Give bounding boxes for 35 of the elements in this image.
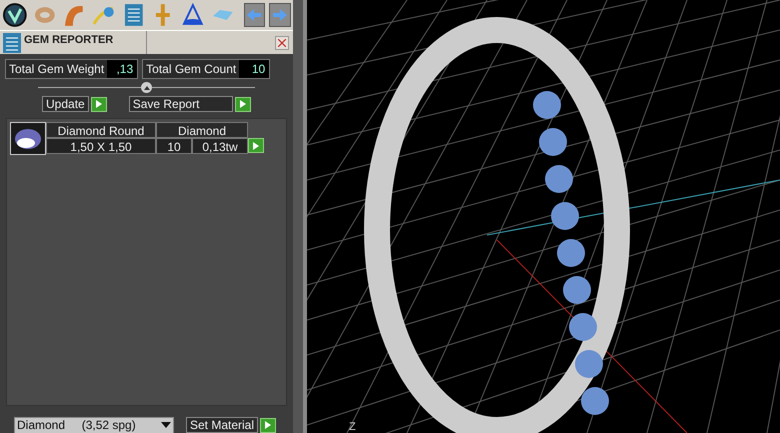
set-material-button[interactable]: Set Material: [186, 417, 258, 433]
action-button[interactable]: Save Report: [128, 96, 233, 112]
gem-icon: [14, 128, 42, 150]
total-value: 10: [239, 60, 270, 78]
close-button[interactable]: [275, 36, 289, 50]
close-icon: [278, 38, 286, 46]
play-icon: [240, 100, 246, 108]
collapse-handle[interactable]: [141, 82, 152, 93]
total-label: Total Gem Weight: [6, 60, 108, 78]
forward-button[interactable]: [269, 3, 292, 27]
gem-play-button[interactable]: [248, 138, 264, 153]
logo-icon[interactable]: [2, 2, 28, 28]
up-caret-icon: [144, 86, 150, 90]
gem-count: 10: [156, 138, 192, 154]
panel-title: GEM REPORTER: [24, 33, 114, 48]
back-button[interactable]: [244, 3, 266, 27]
gem-name: Diamond Round: [46, 122, 156, 138]
play-icon: [96, 100, 102, 108]
play-button[interactable]: [260, 418, 276, 432]
material-select[interactable]: Diamond (3,52 spg): [14, 416, 174, 433]
dropdown-caret-icon: [161, 422, 171, 428]
total-label: Total Gem Count: [143, 60, 240, 78]
play-icon: [265, 421, 272, 429]
total-value: ,13: [107, 60, 138, 78]
play-icon: [253, 142, 259, 150]
left-arrow-icon: [247, 9, 262, 21]
gem-weight: 0,13tw: [192, 138, 248, 154]
select-value: Diamond (3,52 spg): [16, 417, 137, 433]
gem-size: 1,50 X 1,50: [46, 138, 156, 154]
gem-material: Diamond: [156, 122, 248, 138]
play-button[interactable]: [90, 96, 107, 112]
axis-label: Z: [349, 422, 356, 433]
action-button[interactable]: Update: [42, 96, 89, 112]
right-arrow-icon: [273, 9, 288, 21]
play-button[interactable]: [235, 96, 251, 112]
